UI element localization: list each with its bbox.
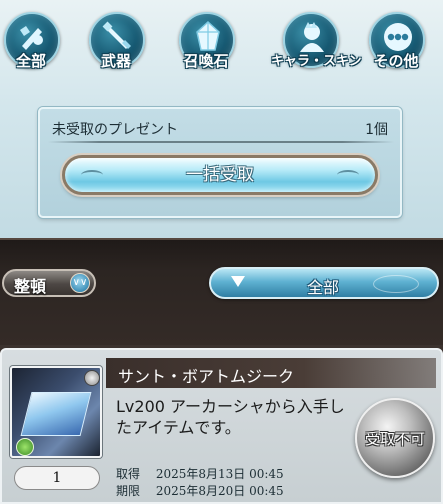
item-thumbnail	[10, 366, 102, 458]
top-area: 全部 武器 召喚石 キャラ・スキン その他 未受取のプレゼント 1個 一括受取	[0, 0, 443, 238]
category-label: 召喚石	[183, 52, 229, 70]
item-description: Lv200 アーカーシャから入手したアイテムです。	[116, 397, 345, 437]
item-type-icon	[84, 370, 100, 386]
sort-button[interactable]: 整頓 ∨∨	[2, 269, 96, 297]
sword-icon	[101, 20, 135, 54]
double-chevron-down-icon: ∨∨	[70, 273, 90, 293]
divider	[48, 141, 394, 143]
ornament-icon	[337, 170, 359, 180]
ornament-icon	[373, 275, 419, 293]
ornament-icon	[81, 170, 103, 180]
category-tabs: 全部 武器 召喚石 キャラ・スキン その他	[0, 6, 443, 78]
item-quantity: 1	[14, 466, 100, 490]
receive-all-button[interactable]: 一括受取	[62, 155, 378, 195]
receive-unavailable-label: 受取不可	[364, 430, 425, 448]
summon-stone-icon	[191, 20, 225, 54]
triangle-down-icon	[231, 276, 245, 287]
unreceived-present-panel: 未受取のプレゼント 1個 一括受取	[38, 107, 402, 218]
category-tab-other[interactable]: その他	[357, 6, 435, 78]
filter-dropdown[interactable]: 全部	[209, 267, 439, 299]
list-item: サント・ボアトムジーク Lv200 アーカーシャから入手したアイテムです。 受取…	[0, 348, 443, 504]
category-tab-all[interactable]: 全部	[0, 6, 70, 78]
expiry-label: 期限	[116, 484, 141, 498]
category-tab-weapon[interactable]: 武器	[77, 6, 155, 78]
category-label: その他	[373, 52, 419, 70]
present-list: サント・ボアトムジーク Lv200 アーカーシャから入手したアイテムです。 受取…	[0, 345, 443, 504]
receive-all-label: 一括受取	[186, 165, 254, 185]
all-icon	[16, 20, 50, 54]
receive-unavailable-button[interactable]: 受取不可	[355, 398, 435, 478]
category-tab-character[interactable]: キャラ・スキン	[271, 6, 362, 78]
present-title: 未受取のプレゼント	[52, 122, 178, 138]
category-tab-summon[interactable]: 召喚石	[167, 6, 245, 78]
item-image	[20, 392, 92, 436]
acquired-label: 取得	[116, 467, 141, 481]
acquired-date: 2025年8月13日 00:45	[155, 467, 284, 481]
acquired-date-row: 取得 2025年8月13日 00:45	[116, 465, 284, 482]
category-label: 全部	[15, 52, 46, 70]
category-label: 武器	[100, 52, 131, 70]
sort-label: 整頓	[14, 277, 47, 296]
character-icon	[295, 20, 329, 54]
other-icon	[381, 20, 415, 54]
filter-selected-value: 全部	[307, 278, 340, 297]
item-name: サント・ボアトムジーク	[118, 367, 295, 386]
expiry-date-row: 期限 2025年8月20日 00:45	[116, 482, 284, 499]
category-label: キャラ・スキン	[271, 54, 362, 69]
present-count: 1個	[365, 122, 388, 138]
element-badge-icon	[16, 438, 34, 456]
toolbar: 整頓 ∨∨ 全部	[0, 238, 443, 345]
item-name-bar: サント・ボアトムジーク	[106, 358, 436, 388]
expiry-date: 2025年8月20日 00:45	[155, 484, 284, 498]
